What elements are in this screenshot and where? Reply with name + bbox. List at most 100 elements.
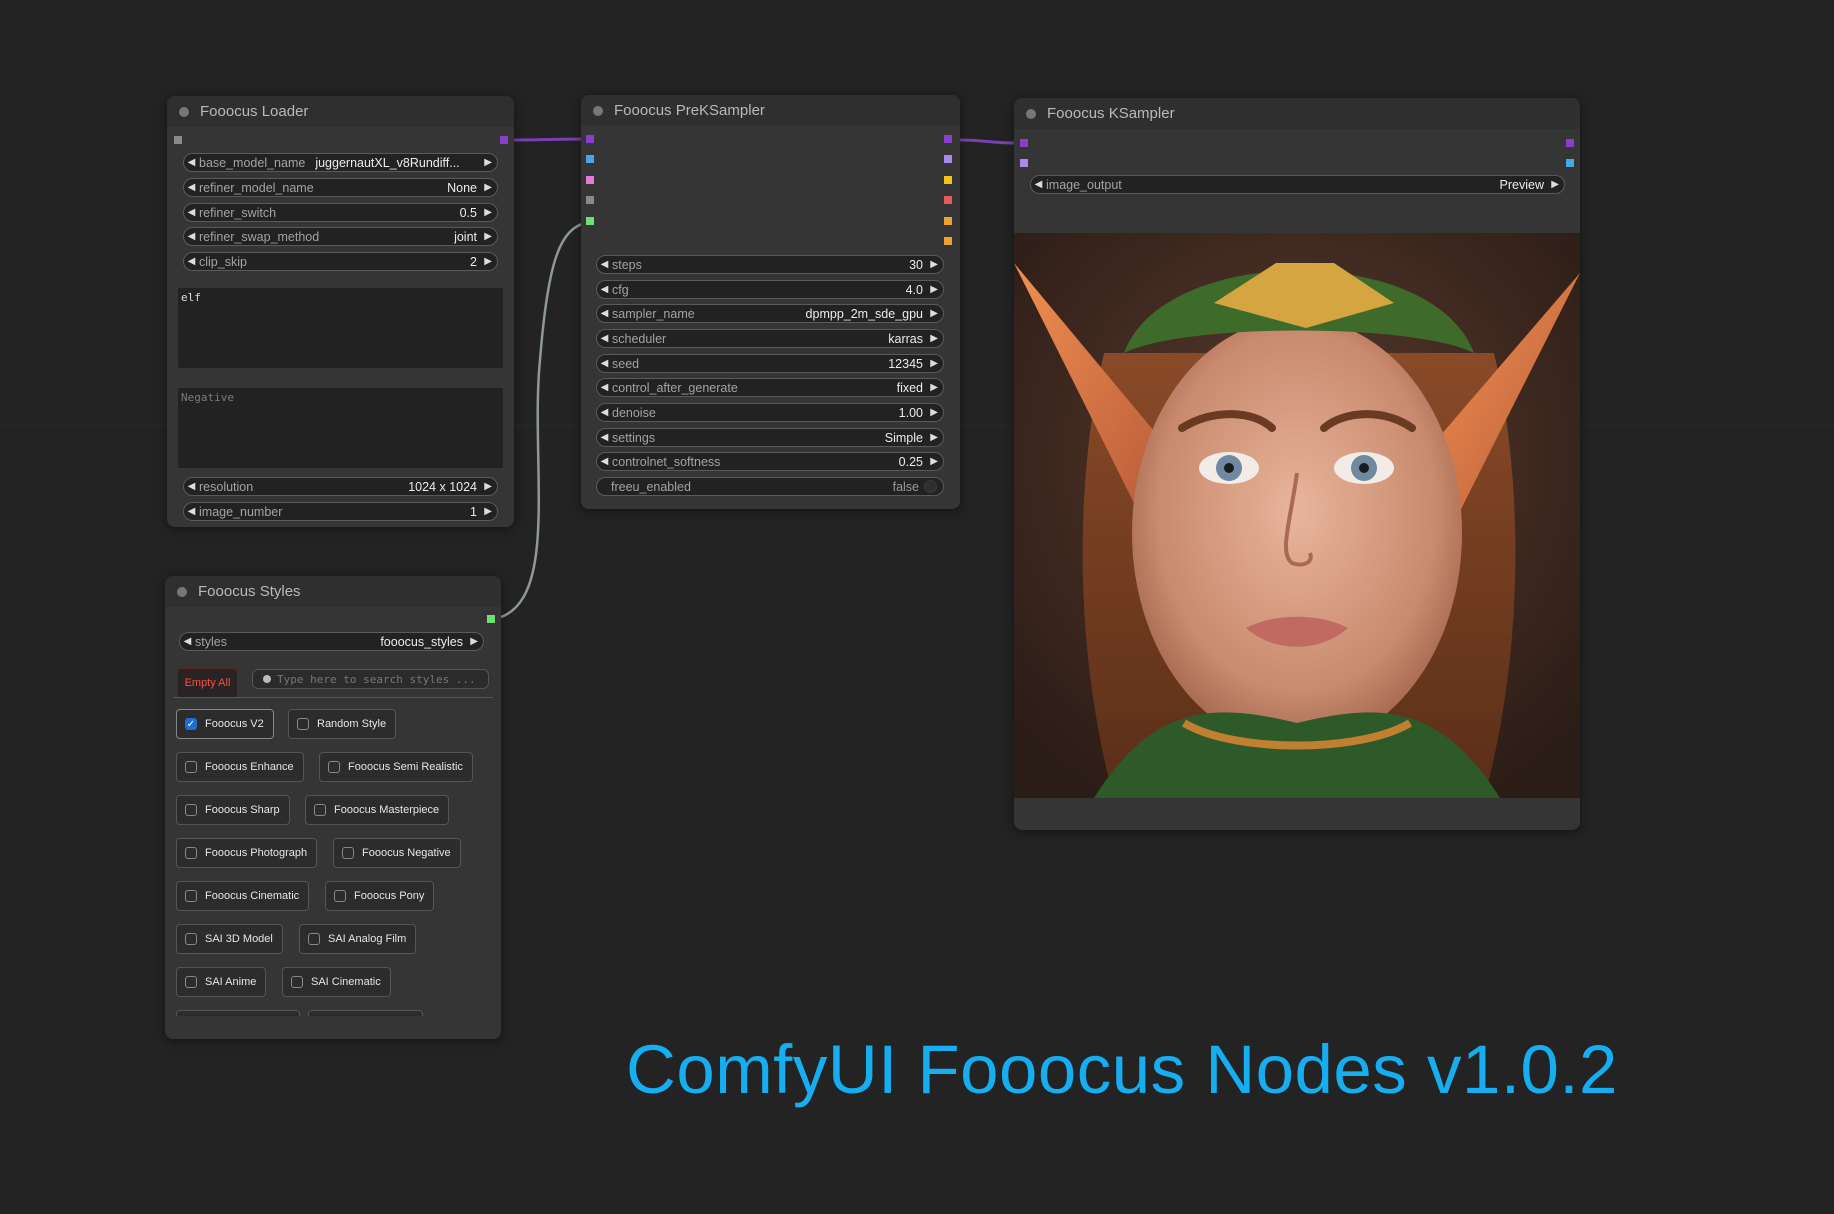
decrement-arrow-icon[interactable]: ◀: [597, 308, 612, 319]
style-option-fooocus-enhance[interactable]: Fooocus Enhance: [176, 752, 304, 782]
decrement-arrow-icon[interactable]: ◀: [180, 636, 195, 647]
output-slot-purple[interactable]: [1566, 139, 1574, 147]
decrement-arrow-icon[interactable]: ◀: [184, 157, 199, 168]
widget-control-after-generate[interactable]: ◀ control_after_generate fixed ▶: [596, 378, 944, 397]
style-option-sai-3d-model[interactable]: SAI 3D Model: [176, 924, 283, 954]
checkbox-icon[interactable]: [314, 804, 326, 816]
style-option-sai-anime[interactable]: SAI Anime: [176, 967, 267, 997]
input-slot-clip[interactable]: [586, 155, 594, 163]
empty-all-button[interactable]: Empty All: [177, 668, 238, 698]
widget-base-model-name[interactable]: ◀ base_model_name juggernautXL_v8Rundiff…: [183, 153, 498, 172]
increment-arrow-icon[interactable]: ▶: [484, 231, 492, 242]
input-slot-styles[interactable]: [586, 217, 594, 225]
checkbox-icon[interactable]: [185, 761, 197, 773]
checkbox-icon[interactable]: [185, 847, 197, 859]
widget-steps[interactable]: ◀ steps 30 ▶: [596, 255, 944, 274]
toggle-freeu-enabled[interactable]: freeu_enabled false: [596, 477, 944, 496]
decrement-arrow-icon[interactable]: ◀: [184, 256, 199, 267]
node-header[interactable]: Fooocus Styles: [165, 576, 501, 607]
decrement-arrow-icon[interactable]: ◀: [597, 407, 612, 418]
output-slot-red[interactable]: [944, 196, 952, 204]
decrement-arrow-icon[interactable]: ◀: [184, 231, 199, 242]
style-option-fooocus-cinematic[interactable]: Fooocus Cinematic: [176, 881, 310, 911]
increment-arrow-icon[interactable]: ▶: [930, 382, 938, 393]
decrement-arrow-icon[interactable]: ◀: [184, 506, 199, 517]
negative-prompt-textarea[interactable]: Negative: [178, 388, 503, 468]
fooocus-styles-node[interactable]: Fooocus Styles ◀ styles fooocus_styles ▶…: [165, 576, 501, 1039]
collapse-dot-icon[interactable]: [1026, 108, 1036, 119]
widget-styles[interactable]: ◀ styles fooocus_styles ▶: [179, 632, 484, 651]
decrement-arrow-icon[interactable]: ◀: [597, 259, 612, 270]
input-slot-conditioning[interactable]: [586, 176, 594, 184]
fooocus-ksampler-node[interactable]: Fooocus KSampler ◀ image_output Preview …: [1014, 98, 1580, 830]
decrement-arrow-icon[interactable]: ◀: [597, 382, 612, 393]
style-option-fooocus-pony[interactable]: Fooocus Pony: [325, 881, 435, 911]
input-slot-model[interactable]: [586, 135, 594, 143]
output-slot-lilac[interactable]: [944, 155, 952, 163]
output-slot-styles[interactable]: [487, 615, 495, 623]
decrement-arrow-icon[interactable]: ◀: [597, 432, 612, 443]
checkbox-icon[interactable]: [297, 718, 309, 730]
style-search-input[interactable]: Type here to search styles ...: [252, 669, 489, 689]
style-option-random-style[interactable]: Random Style: [288, 709, 397, 739]
checkbox-icon[interactable]: [291, 976, 303, 988]
style-option-fooocus-negative[interactable]: Fooocus Negative: [333, 838, 461, 868]
widget-seed[interactable]: ◀ seed 12345 ▶: [596, 354, 944, 373]
checkbox-icon[interactable]: [185, 804, 197, 816]
widget-resolution[interactable]: ◀ resolution 1024 x 1024 ▶: [183, 477, 498, 496]
widget-refiner-switch[interactable]: ◀ refiner_switch 0.5 ▶: [183, 203, 498, 222]
increment-arrow-icon[interactable]: ▶: [484, 256, 492, 267]
collapse-dot-icon[interactable]: [177, 586, 187, 597]
increment-arrow-icon[interactable]: ▶: [930, 259, 938, 270]
checkbox-checked-icon[interactable]: ✓: [185, 718, 197, 730]
decrement-arrow-icon[interactable]: ◀: [597, 284, 612, 295]
widget-refiner-model-name[interactable]: ◀ refiner_model_name None ▶: [183, 178, 498, 197]
node-header[interactable]: Fooocus KSampler: [1014, 98, 1580, 129]
node-header[interactable]: Fooocus PreKSampler: [581, 95, 960, 126]
decrement-arrow-icon[interactable]: ◀: [184, 207, 199, 218]
positive-prompt-textarea[interactable]: elf: [178, 288, 503, 368]
decrement-arrow-icon[interactable]: ◀: [597, 333, 612, 344]
output-slot-blue[interactable]: [1566, 159, 1574, 167]
output-slot-orange[interactable]: [944, 217, 952, 225]
increment-arrow-icon[interactable]: ▶: [484, 157, 492, 168]
checkbox-icon[interactable]: [328, 761, 340, 773]
input-slot-model[interactable]: [1020, 139, 1028, 147]
widget-cfg[interactable]: ◀ cfg 4.0 ▶: [596, 280, 944, 299]
widget-clip-skip[interactable]: ◀ clip_skip 2 ▶: [183, 252, 498, 271]
widget-controlnet-softness[interactable]: ◀ controlnet_softness 0.25 ▶: [596, 452, 944, 471]
output-slot-model[interactable]: [944, 135, 952, 143]
node-header[interactable]: Fooocus Loader: [167, 96, 514, 127]
output-slot-yellow[interactable]: [944, 176, 952, 184]
widget-scheduler[interactable]: ◀ scheduler karras ▶: [596, 329, 944, 348]
increment-arrow-icon[interactable]: ▶: [484, 481, 492, 492]
output-image-preview[interactable]: [1014, 233, 1580, 798]
output-slot-orange-2[interactable]: [944, 237, 952, 245]
input-slot-lilac[interactable]: [1020, 159, 1028, 167]
input-slot-gray[interactable]: [586, 196, 594, 204]
collapse-dot-icon[interactable]: [593, 105, 603, 116]
widget-image-output[interactable]: ◀ image_output Preview ▶: [1030, 175, 1565, 194]
style-option-sai-cinematic[interactable]: SAI Cinematic: [282, 967, 391, 997]
style-option-fooocus-v2[interactable]: ✓ Fooocus V2: [176, 709, 274, 739]
decrement-arrow-icon[interactable]: ◀: [184, 481, 199, 492]
increment-arrow-icon[interactable]: ▶: [930, 407, 938, 418]
checkbox-icon[interactable]: [185, 976, 197, 988]
increment-arrow-icon[interactable]: ▶: [1551, 179, 1559, 190]
increment-arrow-icon[interactable]: ▶: [484, 207, 492, 218]
widget-denoise[interactable]: ◀ denoise 1.00 ▶: [596, 403, 944, 422]
input-slot[interactable]: [174, 136, 182, 144]
fooocus-loader-node[interactable]: Fooocus Loader ◀ base_model_name juggern…: [167, 96, 514, 527]
decrement-arrow-icon[interactable]: ◀: [184, 182, 199, 193]
widget-image-number[interactable]: ◀ image_number 1 ▶: [183, 502, 498, 521]
increment-arrow-icon[interactable]: ▶: [930, 308, 938, 319]
increment-arrow-icon[interactable]: ▶: [930, 432, 938, 443]
checkbox-icon[interactable]: [334, 890, 346, 902]
checkbox-icon[interactable]: [308, 933, 320, 945]
increment-arrow-icon[interactable]: ▶: [930, 456, 938, 467]
style-option-fooocus-photograph[interactable]: Fooocus Photograph: [176, 838, 318, 868]
fooocus-preksampler-node[interactable]: Fooocus PreKSampler ◀ steps 30 ▶ ◀ cfg 4…: [581, 95, 960, 509]
increment-arrow-icon[interactable]: ▶: [484, 182, 492, 193]
style-option-fooocus-sharp[interactable]: Fooocus Sharp: [176, 795, 290, 825]
checkbox-icon[interactable]: [185, 890, 197, 902]
